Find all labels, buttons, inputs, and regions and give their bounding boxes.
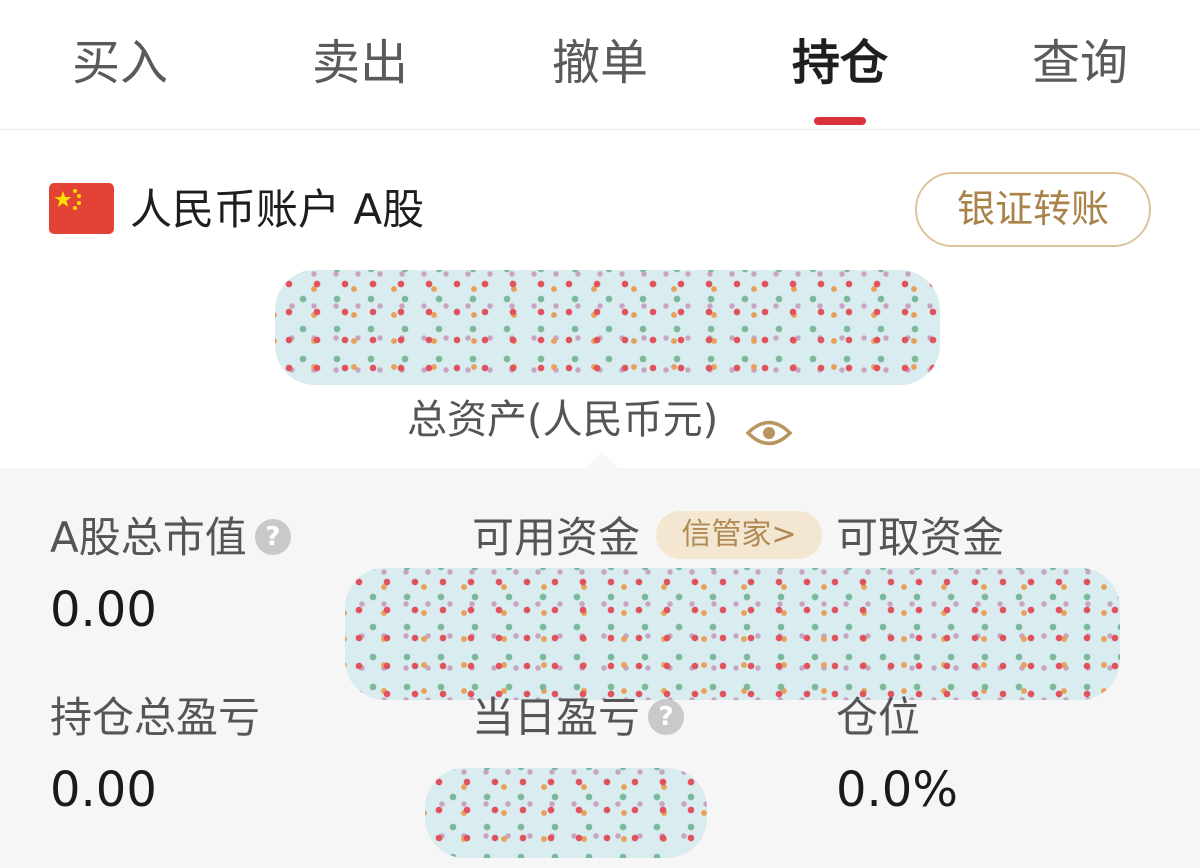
daily-pnl-value-redacted	[425, 768, 707, 858]
help-icon[interactable]: ?	[648, 698, 685, 735]
a-share-market-value-label: A股总市值?	[50, 508, 291, 568]
trade-tab-bar: 买入 卖出 撤单 持仓 查询	[0, 0, 1200, 130]
eye-icon[interactable]	[745, 405, 793, 446]
position-ratio-value: 0.0%	[836, 762, 958, 818]
daily-pnl-text: 当日盈亏	[472, 693, 641, 742]
total-position-pnl-value: 0.00	[50, 762, 157, 818]
tab-cancel-order[interactable]: 撤单	[520, 30, 680, 100]
china-flag-icon	[49, 183, 114, 234]
a-share-market-value-text: A股总市值	[50, 513, 247, 562]
active-tab-indicator	[814, 117, 866, 125]
account-title: 人民币账户 A股	[130, 185, 425, 234]
withdrawable-funds-label: 可取资金	[836, 513, 1005, 562]
position-ratio-label: 仓位	[836, 693, 921, 742]
tab-positions[interactable]: 持仓	[760, 30, 920, 100]
total-assets-label-row: 总资产(人民币元)	[0, 388, 1200, 448]
credit-steward-badge[interactable]: 信管家>	[656, 511, 822, 559]
funds-value-redacted	[345, 568, 1120, 700]
total-position-pnl-label: 持仓总盈亏	[50, 693, 261, 742]
help-icon[interactable]: ?	[254, 518, 291, 555]
available-funds-label: 可用资金	[472, 513, 641, 562]
bank-securities-transfer-button[interactable]: 银证转账	[915, 172, 1151, 247]
tab-sell[interactable]: 卖出	[280, 30, 440, 100]
daily-pnl-label: 当日盈亏?	[472, 688, 685, 748]
total-assets-value-redacted	[275, 270, 940, 385]
tab-query[interactable]: 查询	[1000, 30, 1160, 100]
total-assets-label: 总资产(人民币元)	[407, 397, 719, 443]
tab-buy[interactable]: 买入	[40, 30, 200, 100]
a-share-market-value: 0.00	[50, 582, 157, 638]
